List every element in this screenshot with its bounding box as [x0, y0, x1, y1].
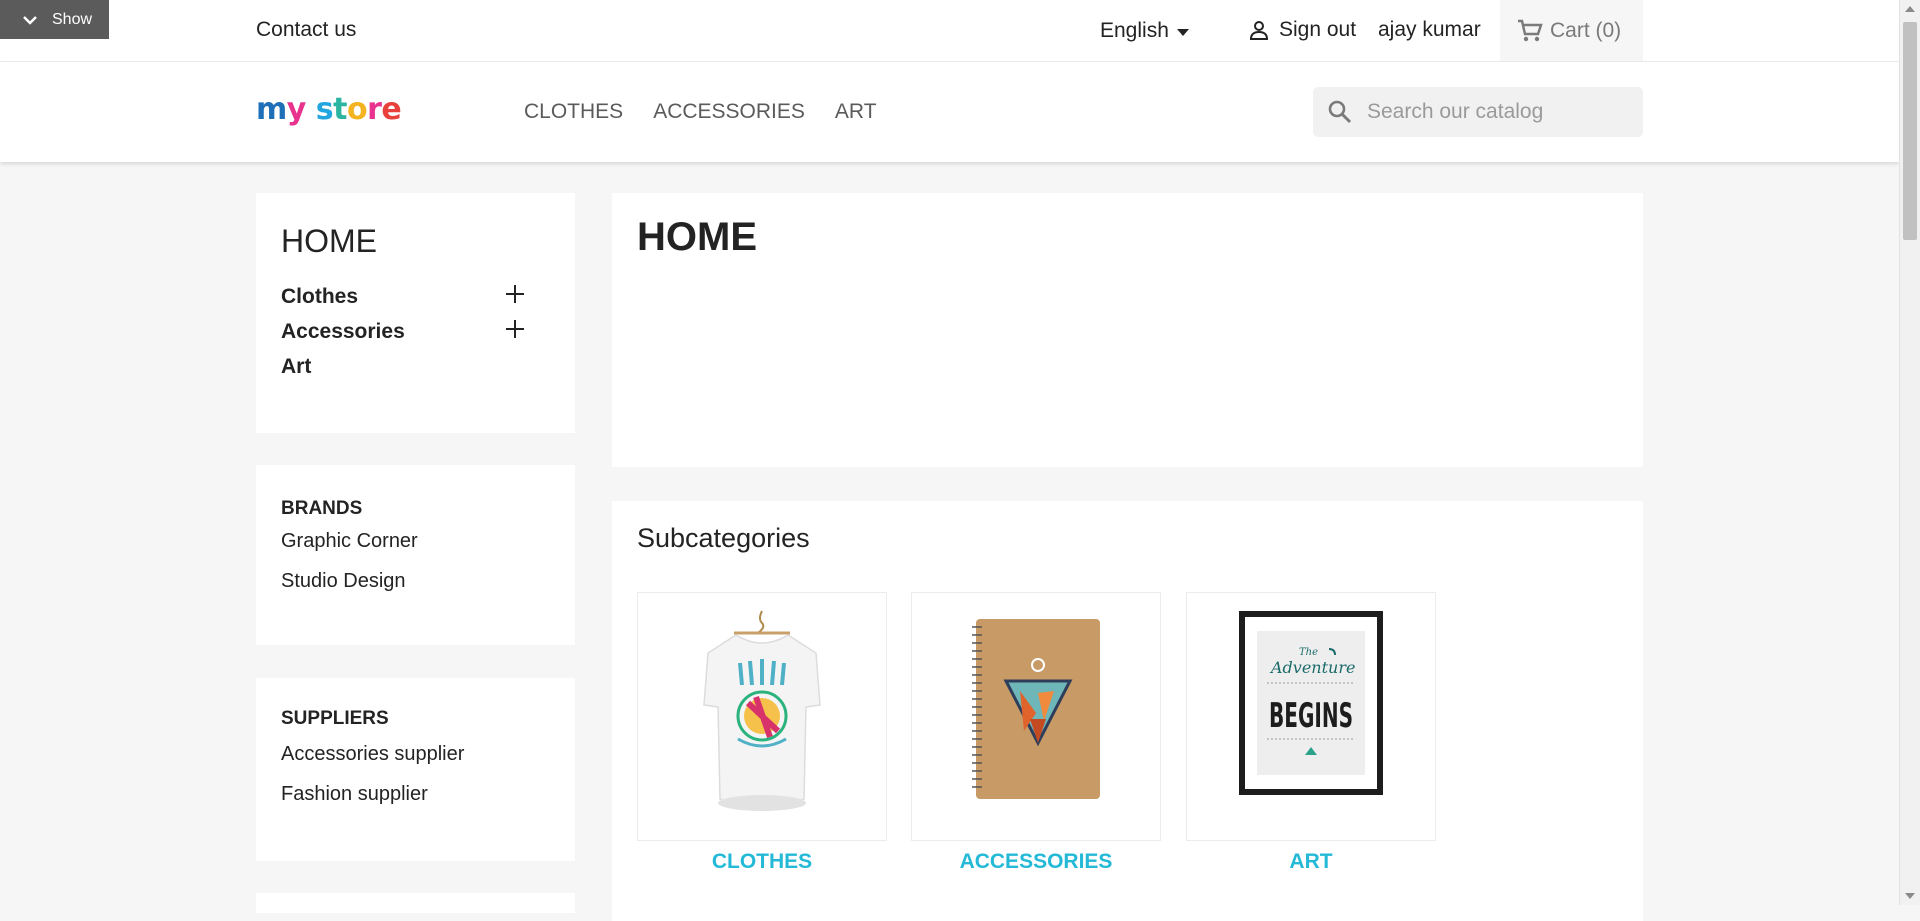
framed-poster-image: The Adventure BEGINS — [1239, 611, 1383, 795]
sign-out-link[interactable]: Sign out — [1247, 18, 1356, 42]
brands-title[interactable]: BRANDS — [281, 498, 362, 520]
suppliers-block: SUPPLIERS Accessories supplier Fashion s… — [256, 678, 575, 861]
nav-accessories[interactable]: ACCESSORIES — [653, 100, 805, 124]
svg-text:Adventure: Adventure — [1269, 658, 1355, 677]
cart-label: Cart (0) — [1550, 18, 1622, 42]
subcategory-art-image[interactable]: The Adventure BEGINS — [1186, 592, 1436, 841]
svg-text:BEGINS: BEGINS — [1269, 696, 1353, 736]
store-logo[interactable]: my store — [256, 92, 402, 127]
tshirt-image — [703, 610, 821, 811]
category-tree-block: HOME Clothes Accessories Art — [256, 193, 575, 433]
category-header-panel: HOME — [612, 193, 1643, 467]
subcategories-panel: Subcategories CLOTHES ACCESSORIES The Ad… — [612, 501, 1643, 921]
nav-clothes[interactable]: CLOTHES — [524, 100, 623, 124]
category-art-link[interactable]: Art — [281, 355, 311, 379]
search-input[interactable] — [1365, 99, 1639, 125]
brand-link[interactable]: Studio Design — [281, 570, 406, 593]
subcategory-clothes-link[interactable]: CLOTHES — [637, 850, 887, 874]
category-clothes-link[interactable]: Clothes — [281, 285, 358, 309]
subcategories-title: Subcategories — [637, 523, 810, 553]
subcategory-art-link[interactable]: ART — [1186, 850, 1436, 874]
brands-block: BRANDS Graphic Corner Studio Design — [256, 465, 575, 645]
expand-plus-icon[interactable] — [506, 320, 524, 338]
show-toggle-button[interactable]: Show — [0, 0, 109, 39]
search-icon[interactable] — [1327, 99, 1353, 125]
chevron-down-icon — [23, 15, 37, 25]
sidebar-block — [256, 893, 575, 913]
subcategory-clothes-image[interactable] — [637, 592, 887, 841]
sign-out-label: Sign out — [1279, 18, 1357, 41]
search-box — [1313, 87, 1643, 137]
scroll-down-arrow-icon[interactable] — [1905, 893, 1915, 899]
supplier-link[interactable]: Accessories supplier — [281, 743, 464, 766]
scroll-up-arrow-icon[interactable] — [1905, 6, 1915, 12]
contact-us-link[interactable]: Contact us — [256, 18, 356, 42]
user-icon — [1249, 21, 1269, 40]
main-nav: CLOTHES ACCESSORIES ART — [524, 100, 907, 124]
suppliers-title[interactable]: SUPPLIERS — [281, 708, 389, 730]
subcategory-accessories-link[interactable]: ACCESSORIES — [911, 850, 1161, 874]
notebook-image — [972, 619, 1100, 799]
category-tree-title[interactable]: HOME — [281, 223, 377, 260]
category-accessories-link[interactable]: Accessories — [281, 320, 405, 344]
cart-button[interactable]: Cart (0) — [1500, 0, 1643, 61]
subcategory-accessories-image[interactable] — [911, 592, 1161, 841]
language-label: English — [1100, 19, 1169, 42]
expand-plus-icon[interactable] — [506, 285, 524, 303]
language-selector[interactable]: English — [1100, 19, 1189, 43]
caret-down-icon — [1176, 28, 1189, 36]
supplier-link[interactable]: Fashion supplier — [281, 783, 428, 806]
scrollbar-thumb[interactable] — [1903, 22, 1917, 240]
site-header: my store CLOTHES ACCESSORIES ART — [0, 62, 1899, 162]
account-name-link[interactable]: ajay kumar — [1378, 18, 1481, 42]
page-scrollbar[interactable] — [1899, 0, 1920, 905]
brand-link[interactable]: Graphic Corner — [281, 530, 418, 553]
nav-art[interactable]: ART — [835, 100, 877, 124]
page-title: HOME — [637, 215, 757, 259]
show-label: Show — [52, 10, 93, 28]
svg-text:The: The — [1299, 647, 1318, 658]
shopping-cart-icon — [1518, 19, 1543, 41]
top-bar: Show Contact us English Sign out ajay ku… — [0, 0, 1899, 62]
